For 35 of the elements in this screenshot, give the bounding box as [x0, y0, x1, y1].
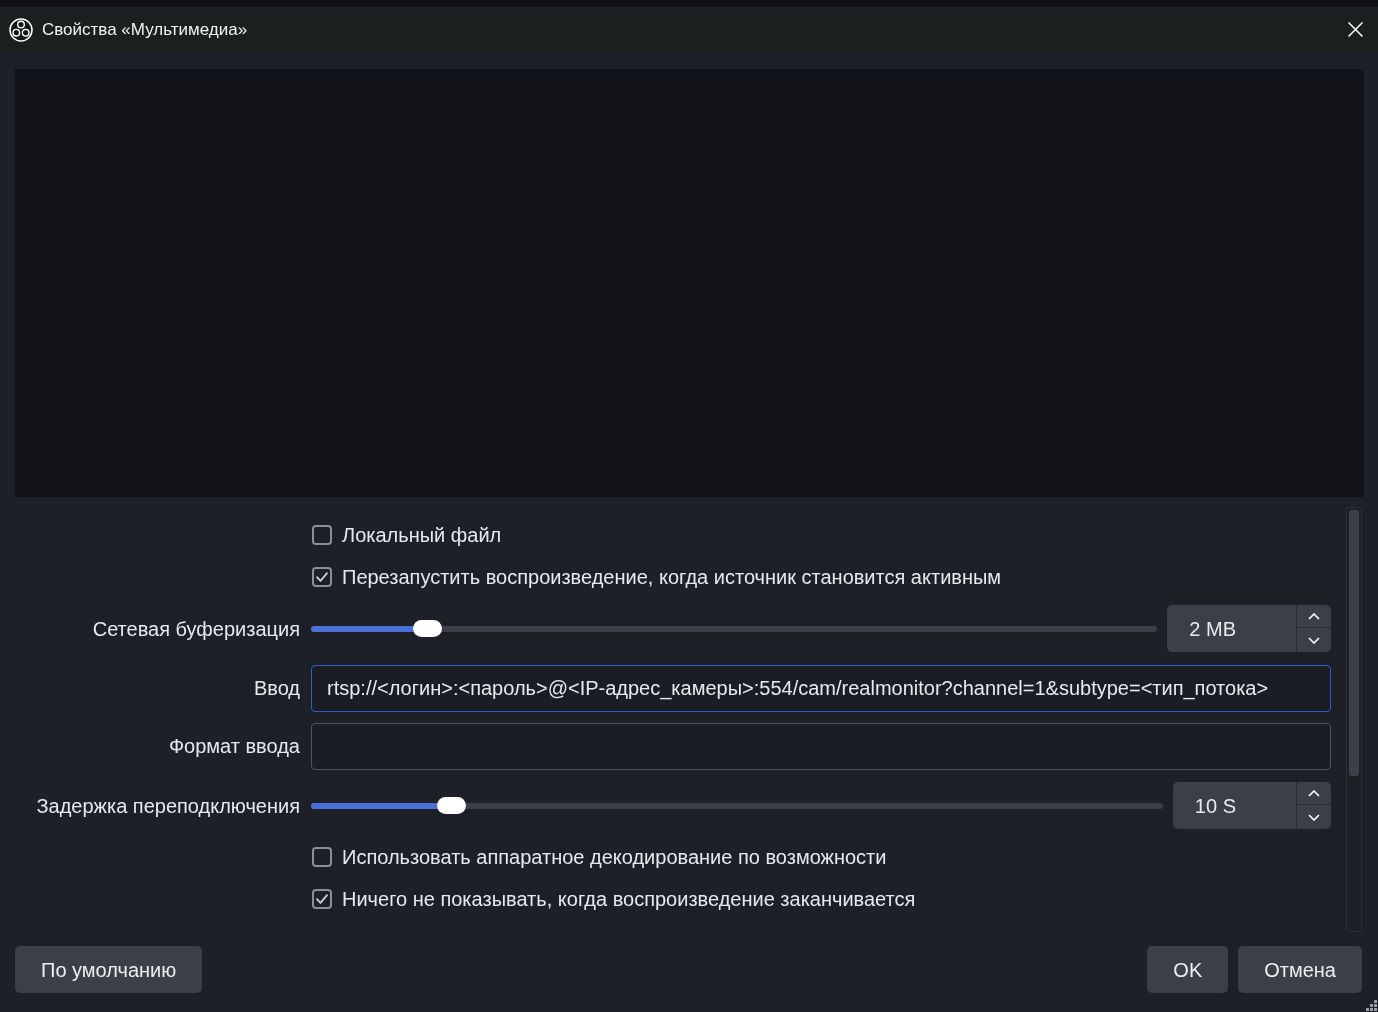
resize-grip-icon[interactable]: [1366, 1000, 1377, 1011]
input-field[interactable]: rtsp://<логин>:<пароль>@<IP-адрес_камеры>:554/cam/realmonitor?channel=1&subtype=<тип_потока>: [311, 664, 1331, 712]
spin-field[interactable]: 2 MB: [1167, 605, 1296, 652]
scrollbar-thumb[interactable]: [1349, 510, 1359, 776]
slider-handle[interactable]: [436, 796, 466, 814]
defaults-button[interactable]: По умолчанию: [15, 946, 203, 993]
window-title: Свойства «Мультимедиа»: [42, 18, 248, 41]
chevron-up-icon: [1308, 612, 1320, 620]
checkbox[interactable]: [312, 889, 332, 909]
ok-button[interactable]: OK: [1147, 946, 1229, 993]
increment-button[interactable]: [1297, 782, 1331, 805]
decrement-button[interactable]: [1297, 628, 1331, 652]
increment-button[interactable]: [1297, 605, 1331, 628]
checkbox[interactable]: [312, 847, 332, 867]
chevron-down-icon: [1308, 813, 1320, 821]
field-label: Задержка переподключения: [36, 793, 300, 819]
close-icon: [1347, 22, 1363, 37]
circles-logo-icon: [9, 17, 33, 42]
checkbox-label[interactable]: Использовать аппаратное декодирование по возможности: [342, 842, 887, 872]
checkbox-label[interactable]: Локальный файл: [342, 520, 502, 550]
checkbox-label[interactable]: Ничего не показывать, когда воспроизведение заканчивается: [342, 884, 916, 914]
chevron-down-icon: [1308, 636, 1320, 644]
field-label: Ввод: [253, 676, 300, 701]
chevron-up-icon: [1308, 789, 1320, 797]
checkbox[interactable]: [312, 525, 332, 545]
field-label: Формат ввода: [168, 734, 300, 759]
spin-field[interactable]: 10 S: [1172, 782, 1296, 829]
scrollbar[interactable]: [1346, 507, 1362, 932]
input-field[interactable]: [311, 722, 1331, 770]
field-label: Сетевая буферизация: [92, 616, 300, 642]
cancel-button[interactable]: Отмена: [1238, 946, 1362, 993]
decrement-button[interactable]: [1297, 805, 1331, 829]
slider-handle[interactable]: [413, 619, 443, 637]
checkbox[interactable]: [312, 567, 332, 587]
checkbox-label[interactable]: Перезапустить воспроизведение, когда источник становится активным: [342, 562, 1002, 592]
